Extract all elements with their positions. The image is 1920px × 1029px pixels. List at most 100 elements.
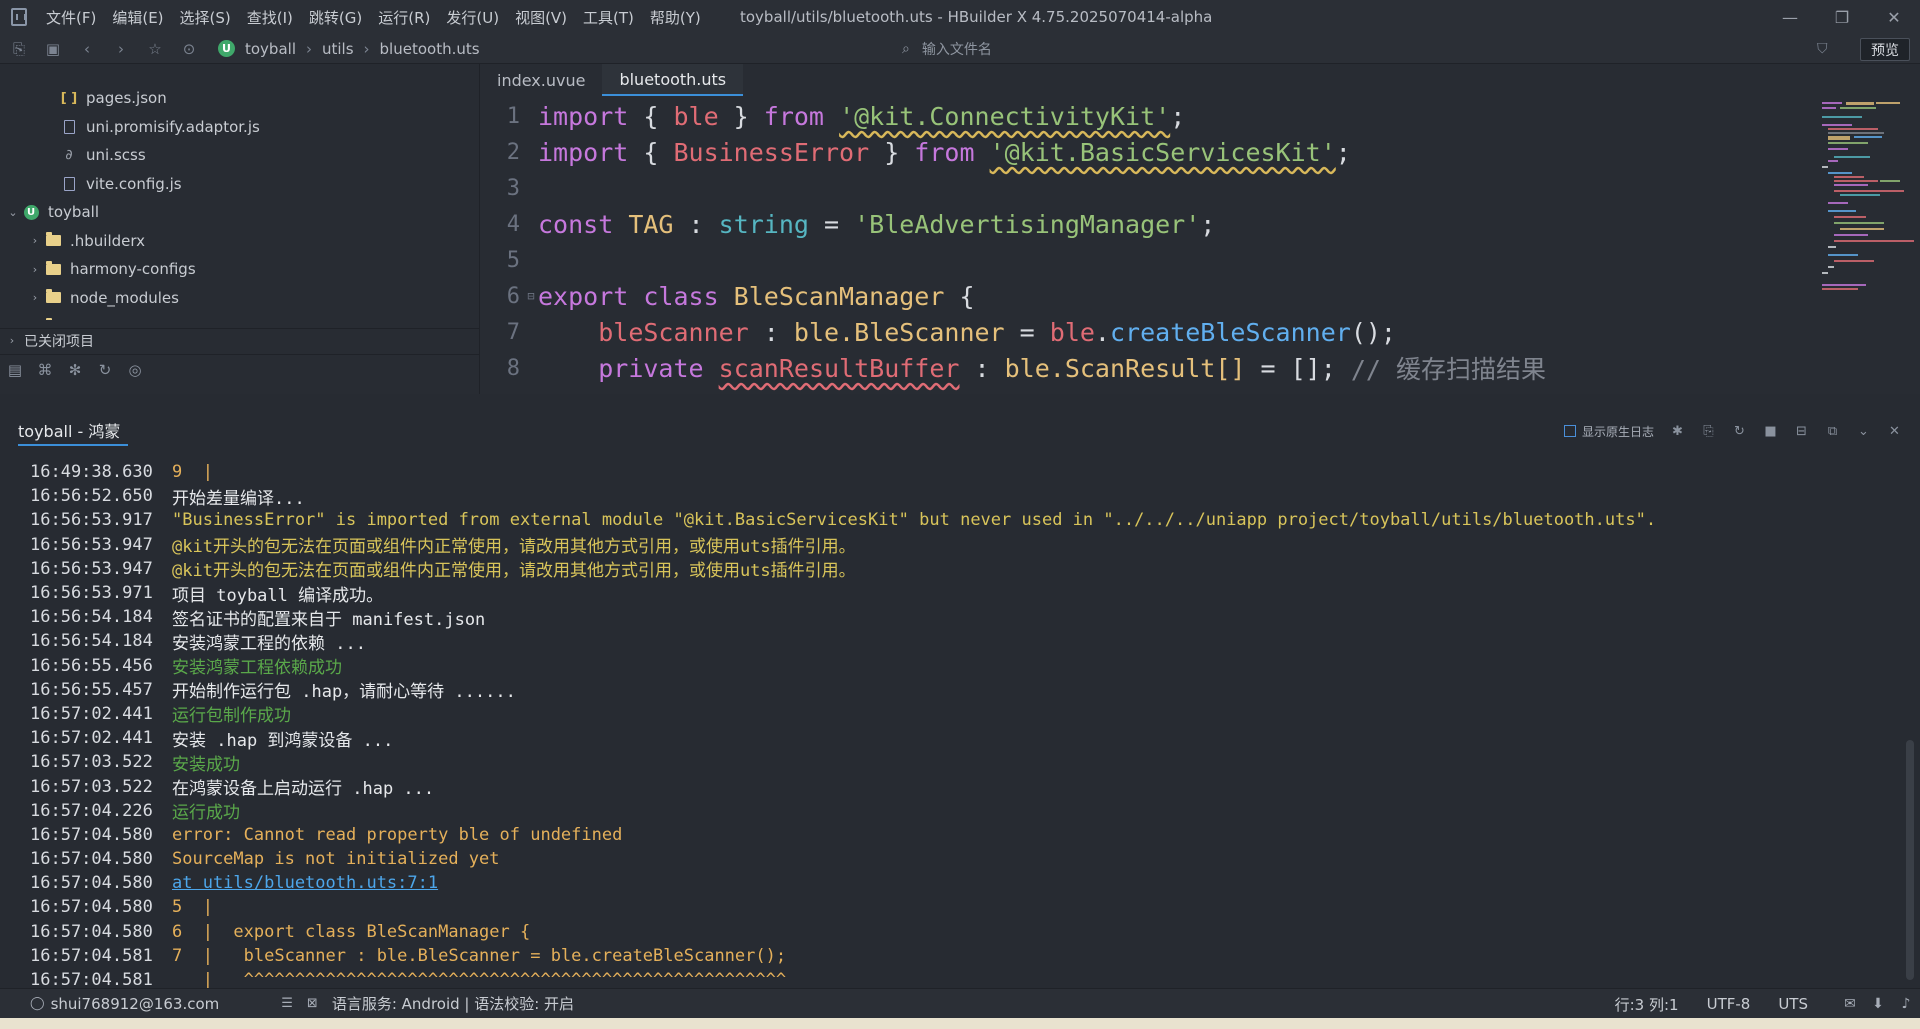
taskbar-strip <box>0 1018 1920 1029</box>
tab-index-uvue[interactable]: index.uvue <box>480 64 602 96</box>
chevron-right-icon[interactable]: › <box>28 234 42 247</box>
file-search[interactable]: ⌕ 输入文件名 <box>902 34 992 64</box>
code-token: : <box>748 317 794 347</box>
stop-icon[interactable]: ■ <box>1755 416 1786 446</box>
status-right: 行:3 列:1 UTF-8 UTS ✉ ⬇ ♪ <box>1615 989 1920 1019</box>
toolbar: ⎘ ▣ ‹ › ☆ ⊙ U toyball › utils › bluetoot… <box>0 34 1920 64</box>
hbuilder-logo-icon[interactable] <box>0 0 38 34</box>
folder-icon <box>42 289 64 304</box>
project-sidebar: [ ] pages.json uni.promisify.adaptor.js ∂ un… <box>0 64 480 394</box>
menu-item[interactable]: 视图(V) <box>507 7 575 28</box>
menu-item[interactable]: 查找(I) <box>239 7 301 28</box>
star-icon[interactable]: ☆ <box>140 34 170 64</box>
tree-item[interactable]: vite.config.js <box>0 170 480 199</box>
closed-projects-label: 已关闭项目 <box>24 333 94 350</box>
console-output[interactable]: 16:49:38.630 9 | 16:56:52.650 开始差量编译... 16:5… <box>0 460 1900 988</box>
chevron-right-icon[interactable]: › <box>28 291 42 304</box>
download-icon[interactable]: ⬇ <box>1864 996 1892 1012</box>
folder-icon <box>42 260 64 275</box>
log-line: 16:56:52.650 开始差量编译... <box>0 484 1900 509</box>
toggle-panel-icon[interactable]: ⊠ <box>307 996 318 1011</box>
file-tree: [ ] pages.json uni.promisify.adaptor.js ∂ un… <box>0 84 480 320</box>
run-icon[interactable]: ⊙ <box>174 34 204 64</box>
tree-item[interactable]: › .hbuilderx <box>0 227 480 256</box>
tree-item[interactable]: ∂ uni.scss <box>0 141 480 170</box>
code-editor: index.uvue bluetooth.uts 1 import { ble … <box>480 64 1920 394</box>
breadcrumb-item[interactable]: bluetooth.uts <box>380 40 480 58</box>
chat-icon[interactable]: ✉ <box>1836 996 1864 1012</box>
file-language[interactable]: UTS <box>1778 995 1808 1013</box>
maximize-button[interactable]: ❐ <box>1816 0 1868 34</box>
project-manager-icon[interactable]: ▤ <box>0 355 30 385</box>
menu-item[interactable]: 跳转(G) <box>301 7 370 28</box>
forward-icon[interactable]: › <box>106 34 136 64</box>
debug-icon[interactable]: ✻ <box>60 355 90 385</box>
chevron-down-icon[interactable]: ⌄ <box>6 206 20 219</box>
restart-icon[interactable]: ↻ <box>1724 416 1755 446</box>
refresh-icon[interactable]: ↻ <box>90 355 120 385</box>
code-token: from <box>763 101 824 131</box>
language-service-status[interactable]: 语言服务: Android | 语法校验: 开启 <box>332 993 574 1014</box>
tree-item[interactable]: › node_modules <box>0 284 480 313</box>
minimap[interactable] <box>1820 98 1920 328</box>
back-icon[interactable]: ‹ <box>72 34 102 64</box>
tree-item[interactable]: ›pages <box>0 312 480 320</box>
cursor-position[interactable]: 行:3 列:1 <box>1615 994 1679 1015</box>
menu-item[interactable]: 运行(R) <box>370 7 438 28</box>
code-line: 8 private scanResultBuffer : ble.ScanRes… <box>480 350 1810 386</box>
show-native-log-toggle[interactable]: 显示原生日志 <box>1563 423 1654 440</box>
menu-item[interactable]: 工具(T) <box>575 7 642 28</box>
menu-item[interactable]: 发行(U) <box>438 7 507 28</box>
new-file-icon[interactable]: ⎘ <box>4 34 34 64</box>
export-log-icon[interactable]: ⎘ <box>1693 416 1724 446</box>
menu-item[interactable]: 选择(S) <box>172 7 239 28</box>
sidebar-tools: ▤ ⌘ ✻ ↻ ◎ <box>0 354 480 384</box>
clear-log-icon[interactable]: ⊟ <box>1786 416 1817 446</box>
log-line: 16:57:02.441 安装 .hap 到鸿蒙设备 ... <box>0 726 1900 751</box>
binoculars-icon[interactable]: ⌘ <box>30 355 60 385</box>
code-area[interactable]: 1 import { ble } from '@kit.Connectivity… <box>480 98 1810 394</box>
code-line: 2 import { BusinessError } from '@kit.Ba… <box>480 134 1810 170</box>
log-source-link[interactable]: at utils/bluetooth.uts:7:1 <box>172 873 438 893</box>
file-search-input[interactable]: 输入文件名 <box>922 39 992 59</box>
tree-item[interactable]: uni.promisify.adaptor.js <box>0 113 480 142</box>
fold-marker[interactable]: ⊟ <box>524 289 538 303</box>
code-token: import <box>538 101 629 131</box>
menu-item[interactable]: 文件(F) <box>38 7 104 28</box>
menu-item[interactable]: 帮助(Y) <box>642 7 709 28</box>
tree-item[interactable]: ⌄ Utoyball <box>0 198 480 227</box>
console-header: toyball - 鸿蒙 显示原生日志 ✱ ⎘ ↻ ■ ⊟ ⧉ ⌄ ✕ <box>0 416 1920 446</box>
bug-icon[interactable]: ✱ <box>1662 416 1693 446</box>
file-icon <box>58 119 80 134</box>
open-window-icon[interactable]: ⧉ <box>1817 416 1848 446</box>
closed-projects[interactable]: › 已关闭项目 <box>0 328 480 352</box>
breadcrumb-item[interactable]: toyball <box>245 40 296 58</box>
console-tab[interactable]: toyball - 鸿蒙 <box>18 416 129 446</box>
preview-button[interactable]: 预览 <box>1860 38 1910 61</box>
file-icon <box>58 176 80 191</box>
console-scrollbar[interactable] <box>1906 740 1914 980</box>
log-message: 开始制作运行包 .hap，请耐心等待 ...... <box>172 682 516 703</box>
checkbox-icon[interactable] <box>1563 425 1576 437</box>
palette-icon[interactable]: ◎ <box>120 355 150 385</box>
tree-item[interactable]: › harmony-configs <box>0 255 480 284</box>
close-button[interactable]: ✕ <box>1868 0 1920 34</box>
log-timestamp: 16:56:53.947 <box>30 558 153 579</box>
notification-bell-icon[interactable]: ♪ <box>1892 996 1920 1012</box>
chevron-right-icon[interactable]: › <box>28 263 42 276</box>
user-account[interactable]: ◯ shui768912@163.com <box>30 995 219 1013</box>
minimize-button[interactable]: — <box>1764 0 1816 34</box>
menu-item[interactable]: 编辑(E) <box>104 7 171 28</box>
tree-item[interactable]: [ ] pages.json <box>0 84 480 113</box>
breadcrumb-item[interactable]: utils <box>322 40 354 58</box>
code-line: 7 bleScanner : ble.BleScanner = ble. crea… <box>480 314 1810 350</box>
filter-icon[interactable]: ⛉ <box>1817 34 1828 64</box>
close-console-icon[interactable]: ✕ <box>1879 416 1910 446</box>
save-icon[interactable]: ▣ <box>38 34 68 64</box>
chevron-down-icon[interactable]: ⌄ <box>1848 416 1879 446</box>
file-encoding[interactable]: UTF-8 <box>1707 995 1751 1013</box>
code-token: : <box>688 209 719 239</box>
tab-bluetooth-uts[interactable]: bluetooth.uts <box>602 64 744 96</box>
list-icon[interactable]: ☰ <box>281 996 293 1011</box>
